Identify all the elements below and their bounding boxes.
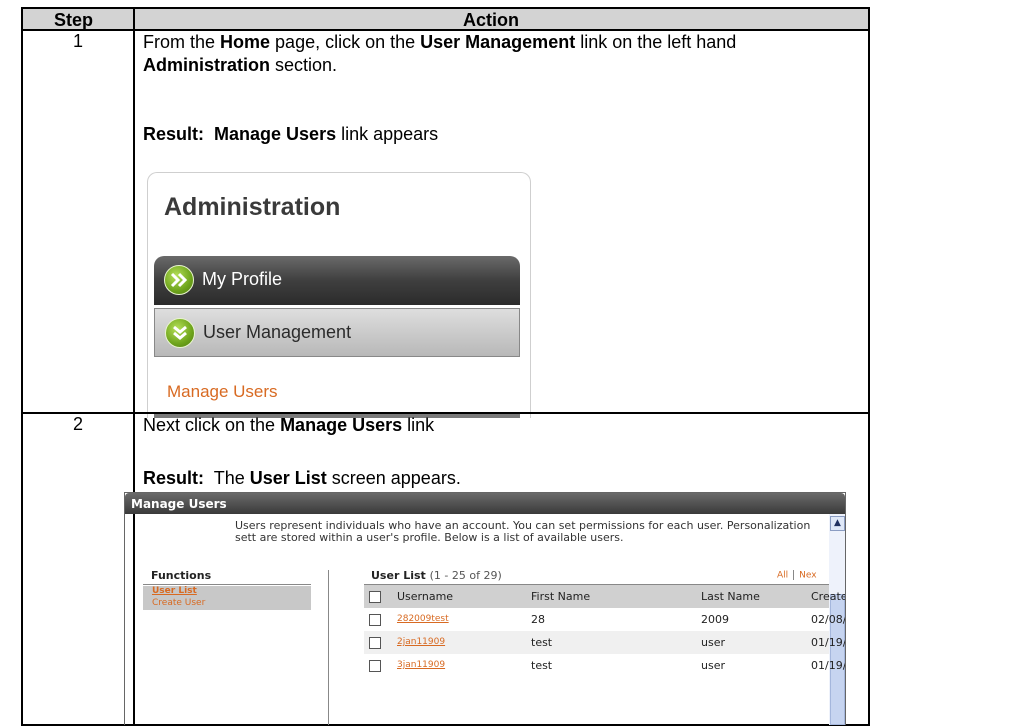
select-all-checkbox[interactable] bbox=[369, 591, 381, 603]
manage-users-description: Users represent individuals who have an … bbox=[235, 519, 811, 544]
step-2-instruction: Next click on the Manage Users link bbox=[143, 414, 863, 437]
user-list-label: User List bbox=[371, 569, 426, 582]
row-checkbox[interactable] bbox=[369, 614, 381, 626]
text: From the bbox=[143, 32, 221, 52]
function-create-user[interactable]: Create User bbox=[143, 598, 311, 610]
username-link[interactable]: 3jan11909 bbox=[397, 660, 445, 670]
user-management-label: User Management bbox=[203, 322, 352, 342]
last-name-cell: user bbox=[701, 636, 725, 649]
step-1-number: 1 bbox=[72, 31, 83, 51]
my-profile-label: My Profile bbox=[202, 269, 283, 289]
function-user-list[interactable]: User List bbox=[143, 586, 311, 598]
table-row: 2jan11909 test user 01/19/09 bbox=[364, 631, 845, 654]
text: screen appears. bbox=[326, 468, 461, 488]
administration-title: Administration bbox=[164, 193, 341, 221]
column-header-created[interactable]: Created (mm/c bbox=[811, 590, 845, 603]
text: page, click on the bbox=[270, 32, 421, 52]
administration-panel-screenshot: Administration My Profile User Managemen… bbox=[147, 172, 531, 418]
table-row: 282009test 28 2009 02/08/09 bbox=[364, 608, 845, 631]
link-separator bbox=[793, 570, 795, 580]
step-2-result: Result: The User List screen appears. bbox=[143, 467, 863, 490]
scroll-up-icon[interactable]: ▲ bbox=[830, 516, 845, 531]
column-header-first-name[interactable]: First Name bbox=[531, 590, 590, 603]
last-name-cell: 2009 bbox=[701, 613, 729, 626]
last-name-cell: user bbox=[701, 659, 725, 672]
manage-users-link[interactable]: Manage Users bbox=[167, 382, 278, 402]
double-chevron-down-icon bbox=[165, 318, 195, 348]
column-header-username[interactable]: Username bbox=[397, 590, 453, 603]
text: Next click on the bbox=[143, 415, 281, 435]
text: link bbox=[402, 415, 435, 435]
user-list-table: Username First Name Last Name Created (m… bbox=[364, 584, 845, 677]
created-cell: 02/08/09 bbox=[811, 613, 846, 626]
my-profile-item[interactable]: My Profile bbox=[154, 256, 520, 305]
created-cell: 01/19/09 bbox=[811, 659, 846, 672]
table-row: 3jan11909 test user 01/19/09 bbox=[364, 654, 845, 677]
table-header-row: Username First Name Last Name Created (m… bbox=[364, 584, 845, 608]
header-action: Action bbox=[463, 10, 519, 30]
step-2-number: 2 bbox=[72, 414, 83, 434]
bold-text: Administration bbox=[143, 55, 271, 75]
user-list-title: User List (1 - 25 of 29) bbox=[371, 569, 502, 582]
text: section. bbox=[270, 55, 338, 75]
functions-title: Functions bbox=[151, 569, 212, 582]
manage-users-title-bar: Manage Users bbox=[125, 493, 845, 514]
pagination-links: All Nex bbox=[777, 570, 817, 581]
user-management-item[interactable]: User Management bbox=[154, 308, 520, 357]
username-link[interactable]: 282009test bbox=[397, 614, 449, 624]
first-name-cell: 28 bbox=[531, 613, 545, 626]
username-link[interactable]: 2jan11909 bbox=[397, 637, 445, 647]
created-cell: 01/19/09 bbox=[811, 636, 846, 649]
user-list-range: (1 - 25 of 29) bbox=[429, 569, 502, 582]
panel-divider bbox=[328, 570, 329, 725]
row-checkbox[interactable] bbox=[369, 637, 381, 649]
step-1-result: Result: Manage Users link appears bbox=[143, 123, 863, 146]
text: The bbox=[204, 468, 250, 488]
first-name-cell: test bbox=[531, 659, 553, 672]
text: link on the left hand bbox=[575, 32, 737, 52]
table-header-row: Step Action bbox=[23, 9, 868, 31]
header-step: Step bbox=[54, 10, 94, 30]
column-header-last-name[interactable]: Last Name bbox=[701, 590, 760, 603]
all-link[interactable]: All bbox=[777, 571, 788, 581]
first-name-cell: test bbox=[531, 636, 553, 649]
next-link[interactable]: Nex bbox=[799, 571, 816, 581]
bold-text: Manage Users bbox=[214, 124, 337, 144]
functions-underline bbox=[143, 584, 311, 585]
bold-text: Home bbox=[220, 32, 271, 52]
bold-text: User List bbox=[249, 468, 327, 488]
result-label: Result: bbox=[143, 468, 205, 488]
bold-text: Manage Users bbox=[280, 415, 403, 435]
text: link appears bbox=[336, 124, 439, 144]
row-checkbox[interactable] bbox=[369, 660, 381, 672]
step-1-instruction: From the Home page, click on the User Ma… bbox=[143, 31, 863, 77]
result-label: Result: bbox=[143, 124, 205, 144]
double-chevron-right-icon bbox=[164, 265, 194, 295]
bold-text: User Management bbox=[420, 32, 576, 52]
manage-users-screenshot: Manage Users Users represent individuals… bbox=[124, 492, 846, 725]
